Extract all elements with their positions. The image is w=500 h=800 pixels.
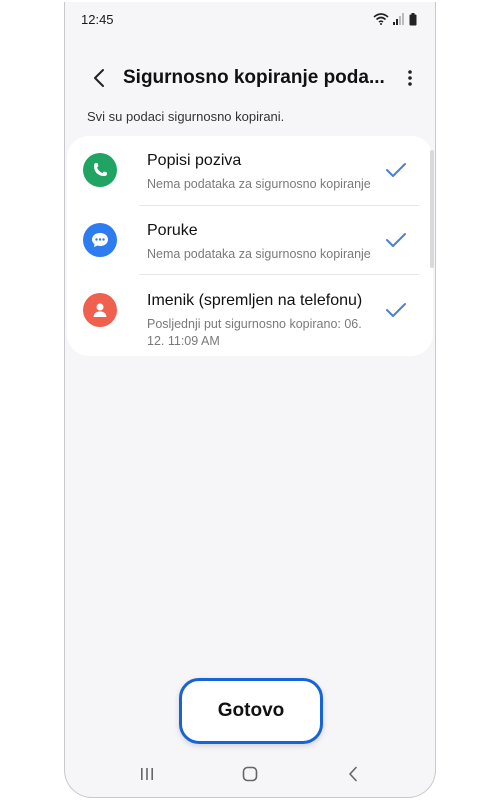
backup-items-card: Popisi poziva Nema podataka za sigurnosn… xyxy=(67,136,433,356)
home-button[interactable] xyxy=(238,762,262,786)
back-button[interactable] xyxy=(81,60,117,96)
done-button[interactable]: Gotovo xyxy=(179,678,323,744)
more-options-button[interactable] xyxy=(395,60,425,96)
navigation-bar xyxy=(65,754,435,794)
scrollbar[interactable] xyxy=(430,150,434,268)
item-name: Poruke xyxy=(147,222,198,239)
item-description: Nema podataka za sigurnosno kopiranje xyxy=(147,177,371,191)
message-icon xyxy=(83,223,117,257)
chevron-left-icon xyxy=(94,69,104,87)
checkmark-icon xyxy=(386,163,406,177)
battery-icon xyxy=(409,12,417,25)
item-name: Popisi poziva xyxy=(147,152,242,169)
more-vertical-icon xyxy=(408,70,412,86)
signal-icon xyxy=(393,13,404,25)
status-icons xyxy=(373,12,417,26)
item-name: Imenik (spremljen na telefonu) xyxy=(147,292,363,309)
contact-icon xyxy=(83,293,117,327)
back-nav-button[interactable] xyxy=(341,762,365,786)
checkmark-icon xyxy=(386,303,406,317)
recent-apps-icon xyxy=(141,768,153,780)
item-description: Posljednji put sigurnosno kopirano: 06. … xyxy=(147,317,362,348)
divider xyxy=(139,274,419,275)
header: Sigurnosno kopiranje poda... xyxy=(65,58,435,98)
checkmark-icon xyxy=(386,233,406,247)
status-time: 12:45 xyxy=(81,11,114,27)
chevron-left-icon xyxy=(349,766,357,782)
list-item-messages[interactable]: Poruke Nema podataka za sigurnosno kopir… xyxy=(67,206,433,274)
status-bar: 12:45 xyxy=(65,8,435,30)
phone-screen: 12:45 Sigurnosno kopiranje poda... Svi s… xyxy=(64,2,436,798)
phone-icon xyxy=(83,153,117,187)
wifi-icon xyxy=(373,13,389,25)
list-item-contacts[interactable]: Imenik (spremljen na telefonu) Posljednj… xyxy=(67,276,433,356)
home-icon xyxy=(242,766,258,782)
list-item-call-logs[interactable]: Popisi poziva Nema podataka za sigurnosn… xyxy=(67,136,433,204)
backup-status-text: Svi su podaci sigurnosno kopirani. xyxy=(87,109,285,124)
item-description: Nema podataka za sigurnosno kopiranje xyxy=(147,247,371,261)
recent-apps-button[interactable] xyxy=(135,762,159,786)
page-title: Sigurnosno kopiranje poda... xyxy=(123,67,385,88)
